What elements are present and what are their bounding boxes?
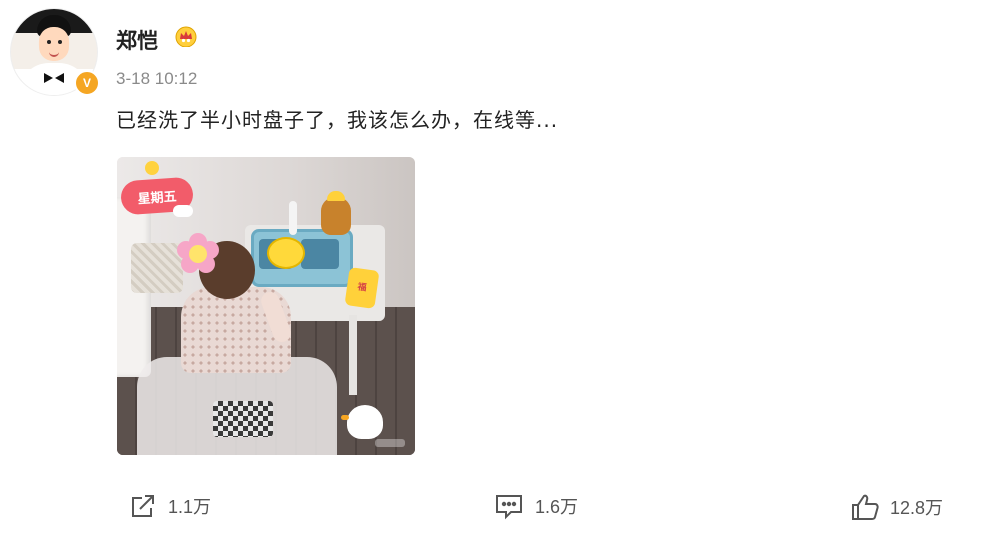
share-count: 1.1万 (168, 497, 212, 517)
duck-sticker (341, 405, 383, 439)
lucky-sticker: 福 (344, 267, 380, 309)
comment-icon (496, 495, 522, 520)
share-icon (132, 495, 154, 517)
comment-count: 1.6万 (535, 497, 579, 517)
verified-badge: V (74, 70, 100, 96)
post-timestamp[interactable]: 3-18 10:12 (116, 69, 197, 89)
post-text: 已经洗了半小时盘子了，我该怎么办，在线等... (116, 108, 559, 132)
flower-sticker (177, 233, 219, 275)
comment-button[interactable]: 1.6万 (493, 492, 578, 520)
post-image[interactable]: 星期五 福 (117, 157, 415, 455)
thumbs-up-icon (852, 494, 879, 520)
crown-icon (175, 26, 197, 47)
image-watermark (375, 439, 405, 447)
share-button[interactable]: 1.1万 (128, 492, 211, 520)
like-count: 12.8万 (890, 498, 944, 518)
like-button[interactable]: 12.8万 (850, 492, 943, 522)
author-name[interactable]: 郑恺 (116, 25, 158, 55)
